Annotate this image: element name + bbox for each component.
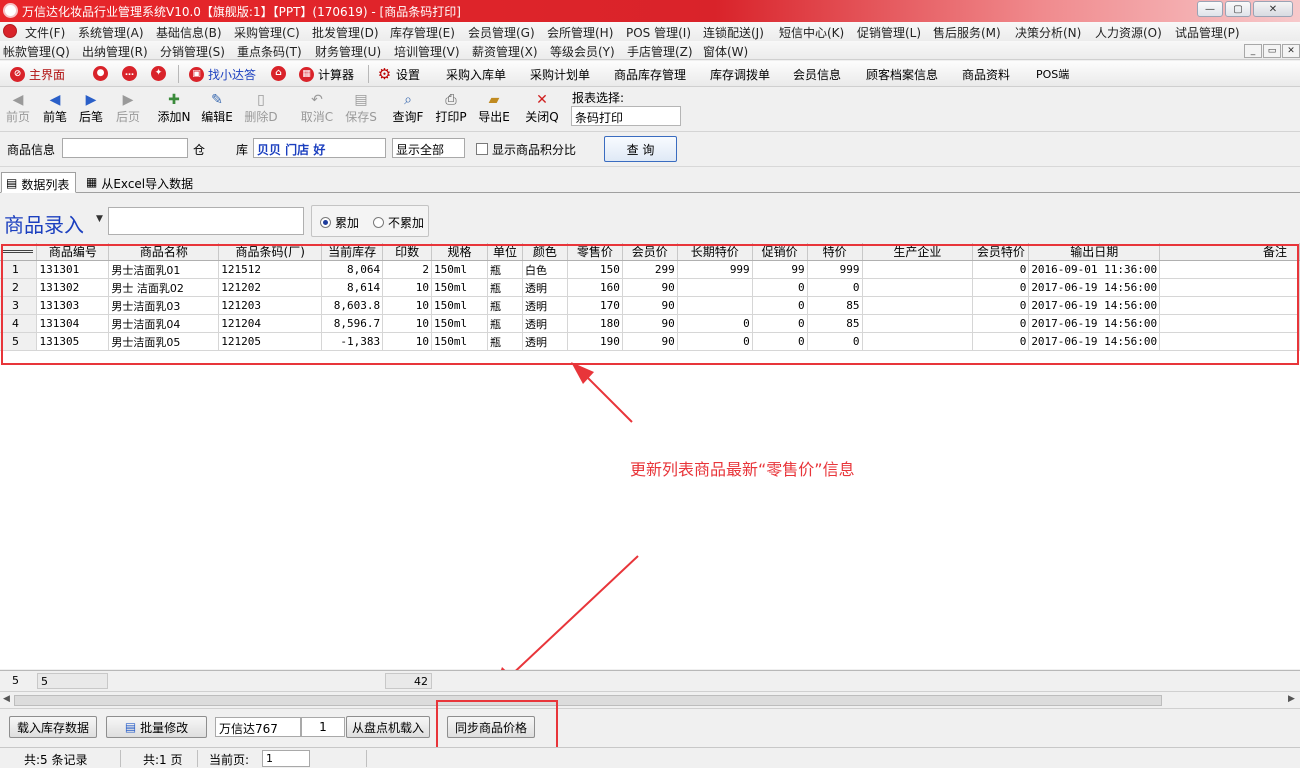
- summary-print-total: 42: [385, 673, 432, 689]
- arrow-line-up: [583, 373, 633, 423]
- device-qty-field[interactable]: 1: [301, 717, 345, 737]
- batch-edit-icon: ▤: [124, 720, 137, 734]
- annotation-arrows: [494, 362, 639, 690]
- current-page-label: 当前页:: [209, 753, 250, 767]
- scroll-right-icon[interactable]: ▶: [1288, 694, 1295, 704]
- page-count: 共:1 页: [143, 753, 183, 767]
- summary-count: 5: [37, 673, 108, 689]
- batch-edit-button[interactable]: ▤ 批量修改: [106, 716, 207, 738]
- status-separator: [366, 750, 367, 767]
- batch-edit-label: 批量修改: [140, 720, 189, 735]
- load-stock-button[interactable]: 载入库存数据: [9, 716, 97, 738]
- scrollbar-thumb[interactable]: [14, 695, 1162, 706]
- status-bar: 共:5 条记录 共:1 页 当前页: 1: [0, 747, 1300, 768]
- grid-summary-row: 5 5 42: [0, 670, 1300, 690]
- status-separator: [197, 750, 198, 767]
- annotation-text: 更新列表商品最新“零售价”信息: [630, 460, 855, 479]
- current-page-input[interactable]: 1: [262, 750, 310, 767]
- highlight-box-sync-button: [436, 700, 558, 749]
- status-separator: [120, 750, 121, 767]
- record-count: 共:5 条记录: [24, 753, 88, 767]
- summary-row-count: 5: [12, 674, 19, 687]
- scroll-left-icon[interactable]: ◀: [3, 694, 10, 704]
- device-name-field[interactable]: 万信达767: [215, 717, 301, 737]
- load-from-device-button[interactable]: 从盘点机载入: [346, 716, 430, 738]
- arrow-line-down: [505, 555, 639, 681]
- horizontal-scrollbar[interactable]: ◀ ▶: [0, 691, 1300, 709]
